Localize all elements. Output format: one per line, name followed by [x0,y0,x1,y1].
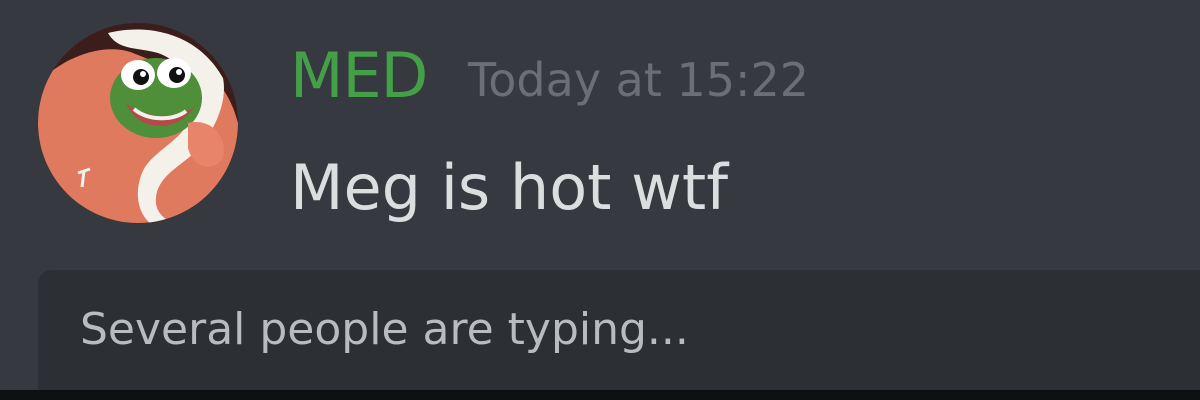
bottom-divider [0,390,1200,400]
typing-indicator-bar: Several people are typing... [38,270,1200,395]
message-author[interactable]: MED [290,40,428,112]
chat-message: MED Today at 15:22 Meg is hot wtf [0,0,1200,260]
pepe-avatar-image [38,23,238,223]
typing-indicator-text: Several people are typing... [80,304,689,355]
user-avatar[interactable] [38,23,238,223]
message-content: Meg is hot wtf [290,151,729,224]
message-timestamp: Today at 15:22 [468,53,810,107]
chat-view: MED Today at 15:22 Meg is hot wtf Severa… [0,0,1200,400]
